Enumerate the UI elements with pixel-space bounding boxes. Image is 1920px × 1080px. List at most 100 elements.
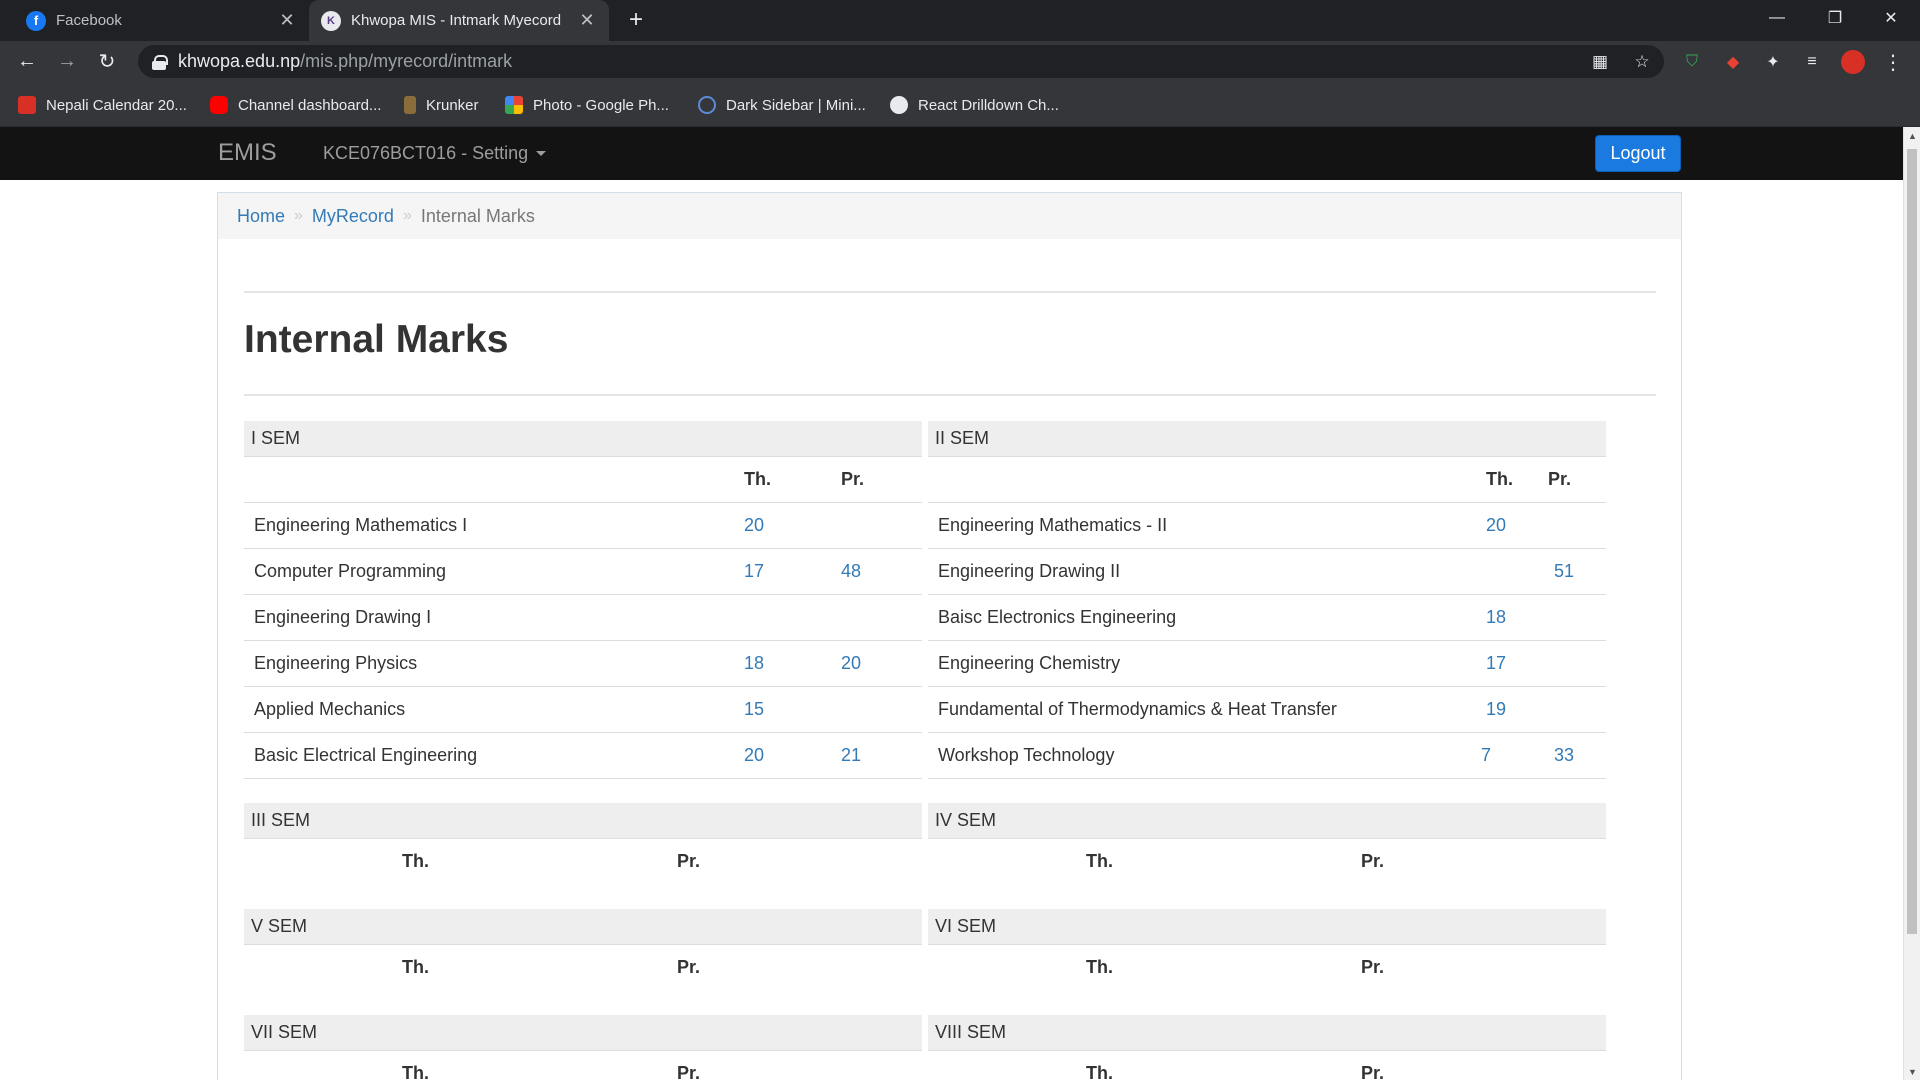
address-bar[interactable]: khwopa.edu.np /mis.php/myrecord/intmark … (138, 45, 1664, 78)
browser-toolbar: ← → ↻ khwopa.edu.np /mis.php/myrecord/in… (0, 41, 1920, 82)
top-navbar: EMIS KCE076BCT016 - Setting Logout (0, 127, 1903, 180)
bookmark-dark-sidebar[interactable]: Dark Sidebar | Mini... (698, 94, 866, 116)
practical-mark[interactable]: 33 (1554, 745, 1574, 766)
subject-name: Applied Mechanics (254, 699, 406, 719)
more-menu-icon[interactable]: ⋮ (1882, 51, 1904, 74)
extensions-puzzle-icon[interactable]: ✦ (1762, 51, 1784, 73)
semester-panel-3: III SEM Th. Pr. (244, 803, 922, 885)
practical-column-header: Pr. (1361, 957, 1385, 977)
breadcrumb-separator: » (402, 207, 412, 224)
theory-mark[interactable]: 20 (744, 515, 764, 536)
table-row: Baisc Electronics Engineering 18 (928, 595, 1606, 641)
url-host: khwopa.edu.np (178, 51, 301, 71)
bookmark-star-icon[interactable]: ☆ (1631, 51, 1653, 73)
subject-name: Basic Electrical Engineering (254, 745, 478, 765)
forward-arrow-icon[interactable]: → (52, 46, 82, 76)
bookmark-label: Nepali Calendar 20... (46, 96, 187, 114)
caret-down-icon (536, 151, 547, 156)
semester-panel-2: II SEM Th. Pr. Engineering Mathematics -… (928, 421, 1606, 779)
profile-avatar-icon[interactable] (1841, 50, 1865, 74)
main-container: Home » MyRecord » Internal Marks Interna… (217, 192, 1682, 1080)
table-row: Engineering Physics 18 20 (244, 641, 922, 687)
settings-dropdown-label: KCE076BCT016 - Setting (323, 143, 529, 163)
theory-column-header: Th. (744, 469, 771, 489)
scrollbar-thumb[interactable] (1907, 149, 1917, 934)
subject-name: Fundamental of Thermodynamics & Heat Tra… (938, 699, 1337, 719)
close-window-icon[interactable]: ✕ (1862, 0, 1920, 36)
theory-mark[interactable]: 17 (1486, 653, 1506, 674)
theory-column-header: Th. (1486, 469, 1513, 489)
page-viewport: EMIS KCE076BCT016 - Setting Logout Home … (0, 127, 1920, 1080)
theory-column-header: Th. (402, 957, 429, 977)
practical-mark[interactable]: 48 (841, 561, 861, 582)
column-header-row: Th. Pr. (244, 1051, 922, 1080)
theory-mark[interactable]: 20 (744, 745, 764, 766)
theory-mark[interactable]: 18 (1486, 607, 1506, 628)
lock-icon (152, 54, 168, 70)
krunker-icon (404, 96, 416, 114)
bookmark-krunker[interactable]: Krunker (404, 94, 479, 116)
bookmark-react-drilldown[interactable]: React Drilldown Ch... (890, 94, 1059, 116)
practical-mark[interactable]: 51 (1554, 561, 1574, 582)
settings-dropdown[interactable]: KCE076BCT016 - Setting (323, 143, 547, 164)
table-row: Applied Mechanics 15 (244, 687, 922, 733)
bookmark-label: React Drilldown Ch... (918, 96, 1059, 114)
youtube-icon (210, 96, 228, 114)
practical-mark[interactable]: 20 (841, 653, 861, 674)
column-header-row: Th. Pr. (928, 839, 1606, 885)
theory-mark[interactable]: 17 (744, 561, 764, 582)
theory-mark[interactable]: 7 (1481, 745, 1491, 766)
semester-panel-8: VIII SEM Th. Pr. (928, 1015, 1606, 1080)
practical-mark[interactable]: 21 (841, 745, 861, 766)
bookmark-google-photos[interactable]: Photo - Google Ph... (505, 94, 669, 116)
semester-heading: VIII SEM (928, 1015, 1606, 1051)
practical-column-header: Pr. (677, 957, 701, 977)
bookmark-channel-dashboard[interactable]: Channel dashboard... (210, 94, 381, 116)
table-row: Engineering Drawing II 51 (928, 549, 1606, 595)
new-tab-plus-icon[interactable]: + (622, 6, 650, 34)
subject-name: Engineering Drawing II (938, 561, 1121, 581)
bookmark-nepali-calendar[interactable]: Nepali Calendar 20... (18, 94, 187, 116)
app-grid-icon[interactable]: ▦ (1589, 51, 1611, 73)
tab-close-icon[interactable]: ✕ (275, 9, 299, 33)
subject-name: Engineering Mathematics I (254, 515, 468, 535)
restore-window-icon[interactable]: ❐ (1806, 0, 1864, 36)
tab-khwopa-mis[interactable]: K Khwopa MIS - Intmark Myecord ✕ (309, 0, 609, 41)
color-picker-extension-icon[interactable]: ◆ (1722, 51, 1744, 73)
subject-name: Engineering Chemistry (938, 653, 1121, 673)
logout-button[interactable]: Logout (1595, 135, 1681, 172)
react-drilldown-icon (890, 96, 908, 114)
reload-icon[interactable]: ↻ (92, 46, 122, 76)
table-row: Workshop Technology 7 33 (928, 733, 1606, 779)
scroll-up-arrow-icon[interactable]: ▲ (1904, 127, 1920, 144)
theory-mark[interactable]: 20 (1486, 515, 1506, 536)
semester-panel-1: I SEM Th. Pr. Engineering Mathematics I … (244, 421, 922, 779)
theory-column-header: Th. (1086, 1063, 1113, 1080)
breadcrumb-home[interactable]: Home (237, 206, 285, 227)
back-arrow-icon[interactable]: ← (12, 46, 42, 76)
column-header-row: Th. Pr. (928, 1051, 1606, 1080)
divider (244, 291, 1656, 293)
bookmark-label: Channel dashboard... (238, 96, 382, 114)
tab-close-icon[interactable]: ✕ (575, 9, 599, 33)
column-header-row: Th. Pr. (244, 945, 922, 991)
minimize-window-icon[interactable]: — (1748, 0, 1806, 36)
subject-name: Engineering Physics (254, 653, 418, 673)
media-queue-icon[interactable]: ≡ (1801, 51, 1823, 73)
theory-mark[interactable]: 15 (744, 699, 764, 720)
theory-mark[interactable]: 18 (744, 653, 764, 674)
theory-column-header: Th. (1086, 851, 1113, 871)
tab-facebook[interactable]: f Facebook ✕ (14, 0, 309, 41)
breadcrumb-current: Internal Marks (420, 205, 535, 226)
practical-column-header: Pr. (677, 851, 701, 871)
globe-icon (698, 96, 716, 114)
theory-mark[interactable]: 19 (1486, 699, 1506, 720)
breadcrumb-myrecord[interactable]: MyRecord (312, 206, 394, 227)
vertical-scrollbar[interactable]: ▲ ▼ (1903, 127, 1920, 1080)
semester-heading: I SEM (244, 421, 922, 457)
scroll-down-arrow-icon[interactable]: ▼ (1904, 1063, 1920, 1080)
shield-extension-icon[interactable]: ⛉ (1681, 51, 1703, 73)
brand-logo[interactable]: EMIS (218, 139, 277, 167)
semester-panel-6: VI SEM Th. Pr. (928, 909, 1606, 991)
table-row: Computer Programming 17 48 (244, 549, 922, 595)
